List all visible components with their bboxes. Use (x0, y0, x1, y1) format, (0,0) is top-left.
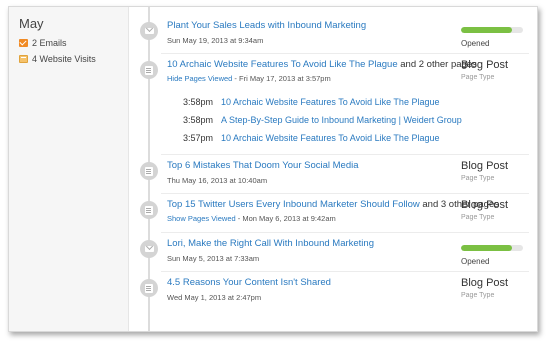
divider (161, 232, 529, 233)
page-type-label: Page Type (461, 175, 495, 182)
email-open-progress-bar (461, 27, 523, 33)
divider (161, 271, 529, 272)
email-open-progress-bar (461, 245, 523, 251)
timeline-item-date: - Mon May 6, 2013 at 9:42am (237, 214, 336, 223)
timeline-item-meta: Show Pages Viewed - Mon May 6, 2013 at 9… (167, 214, 336, 223)
divider (161, 193, 529, 194)
page-type-value: Blog Post (461, 160, 509, 172)
month-summary-sidebar: May 2 Emails 4 Website Visits (9, 7, 129, 331)
progress-fill (461, 245, 512, 251)
timeline-item-title-link[interactable]: Top 6 Mistakes That Doom Your Social Med… (167, 160, 359, 171)
page-view-node-icon (140, 279, 158, 297)
page-type-value: Blog Post (461, 59, 509, 71)
page-type-value: Blog Post (461, 199, 509, 211)
divider (161, 154, 529, 155)
timeline-item-title: 10 Archaic Website Features To Avoid Lik… (167, 59, 477, 70)
timeline-item-title-link[interactable]: 4.5 Reasons Your Content Isn't Shared (167, 277, 331, 288)
timeline-item-date: Wed May 1, 2013 at 2:47pm (167, 293, 262, 302)
page-type-label: Page Type (461, 214, 495, 221)
emails-stat: 2 Emails (19, 38, 67, 48)
sub-page-time: 3:58pm (183, 97, 214, 107)
hide-pages-viewed-link[interactable]: Hide Pages Viewed (167, 74, 232, 83)
sub-page-link[interactable]: A Step-By-Step Guide to Inbound Marketin… (221, 115, 462, 125)
timeline-item-title-link[interactable]: Plant Your Sales Leads with Inbound Mark… (167, 20, 366, 31)
progress-fill (461, 27, 512, 33)
page-type-value: Blog Post (461, 277, 509, 289)
timeline-item-date: Sun May 19, 2013 at 9:34am (167, 36, 264, 45)
timeline-item-date: - Fri May 17, 2013 at 3:57pm (234, 74, 331, 83)
page-view-node-icon (140, 61, 158, 79)
emails-stat-label: 2 Emails (32, 38, 67, 48)
page-view-node-icon (140, 162, 158, 180)
month-heading: May (19, 16, 44, 31)
email-node-icon (140, 22, 158, 40)
sub-page-link[interactable]: 10 Archaic Website Features To Avoid Lik… (221, 97, 439, 107)
email-status: Opened (461, 39, 490, 48)
website-visit-icon (19, 55, 28, 63)
sub-page-time: 3:57pm (183, 133, 214, 143)
timeline-item-meta: Hide Pages Viewed - Fri May 17, 2013 at … (167, 74, 331, 83)
sub-page-time: 3:58pm (183, 115, 214, 125)
show-pages-viewed-link[interactable]: Show Pages Viewed (167, 214, 236, 223)
sub-page-link[interactable]: 10 Archaic Website Features To Avoid Lik… (221, 133, 439, 143)
page-title-link[interactable]: Top 15 Twitter Users Every Inbound Marke… (167, 199, 420, 210)
timeline-item-date: Sun May 5, 2013 at 7:33am (167, 254, 260, 263)
page-type-label: Page Type (461, 292, 495, 299)
website-visits-stat: 4 Website Visits (19, 54, 96, 64)
email-icon (19, 39, 28, 47)
divider (161, 53, 529, 54)
website-visits-stat-label: 4 Website Visits (32, 54, 96, 64)
activity-timeline-panel: May 2 Emails 4 Website Visits Plant Your… (8, 6, 538, 332)
timeline-item-date: Thu May 16, 2013 at 10:40am (167, 176, 268, 185)
page-title-link[interactable]: 10 Archaic Website Features To Avoid Lik… (167, 59, 398, 70)
page-type-label: Page Type (461, 74, 495, 81)
timeline-item-title: Top 15 Twitter Users Every Inbound Marke… (167, 199, 499, 210)
timeline-item-title-link[interactable]: Lori, Make the Right Call With Inbound M… (167, 238, 374, 249)
email-status: Opened (461, 257, 490, 266)
email-node-icon (140, 240, 158, 258)
page-view-node-icon (140, 201, 158, 219)
